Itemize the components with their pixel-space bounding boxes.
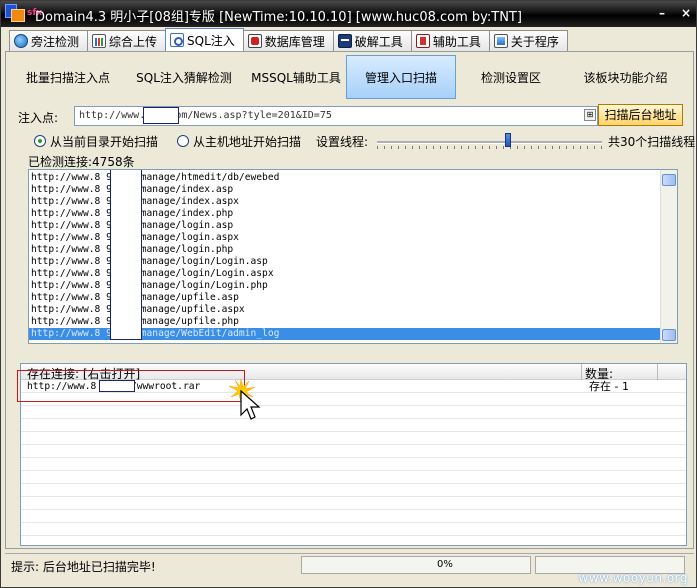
threads-slider-thumb[interactable] bbox=[504, 133, 511, 147]
watermark: www.wooyun.org bbox=[578, 571, 688, 585]
subtab-mssql-tools[interactable]: MSSQL辅助工具 bbox=[246, 55, 346, 99]
progress-percent: 0% bbox=[437, 559, 453, 570]
subtab-label: 该板块功能介绍 bbox=[583, 70, 668, 85]
url-dropdown-icon[interactable]: ⊞ bbox=[584, 109, 596, 121]
tab-database[interactable]: 数据库管理 bbox=[242, 30, 334, 51]
threads-label: 设置线程: bbox=[316, 135, 369, 149]
threads-slider[interactable] bbox=[377, 141, 602, 144]
detected-links-list[interactable]: http://www.8 9.com/manage/htmedit/db/ewe… bbox=[28, 169, 678, 344]
subtab-label: MSSQL辅助工具 bbox=[251, 70, 341, 85]
subtab-label: 批量扫描注入点 bbox=[25, 70, 110, 85]
vertical-scrollbar[interactable] bbox=[660, 170, 677, 343]
subtab-batch-scan[interactable]: 批量扫描注入点 bbox=[14, 55, 122, 99]
tool-icon bbox=[415, 34, 430, 48]
close-button[interactable]: × bbox=[678, 6, 694, 20]
subtab-admin-scan[interactable]: 管理入口扫描 bbox=[346, 55, 456, 99]
radio-current-dir[interactable] bbox=[34, 135, 46, 147]
tab-about[interactable]: 关于程序 bbox=[488, 30, 568, 51]
globe-icon bbox=[14, 34, 28, 48]
progress-bar bbox=[301, 556, 531, 574]
sql-icon bbox=[170, 33, 185, 47]
scan-admin-button[interactable]: 扫描后台地址 bbox=[598, 104, 683, 126]
about-icon bbox=[493, 34, 508, 48]
tab-crack-tools[interactable]: 破解工具 bbox=[332, 30, 412, 51]
sub-tabs: 批量扫描注入点 SQL注入猜解检测 MSSQL辅助工具 管理入口扫描 检测设置区… bbox=[14, 55, 685, 99]
tab-label: 辅助工具 bbox=[432, 34, 481, 49]
subtab-label: 检测设置区 bbox=[480, 70, 541, 85]
result-count: 存在 - 1 bbox=[589, 380, 629, 393]
tab-label: 破解工具 bbox=[354, 34, 403, 49]
tab-label: 综合上传 bbox=[109, 34, 158, 49]
minimize-button[interactable]: – bbox=[654, 6, 670, 20]
tab-label: SQL注入 bbox=[187, 33, 235, 48]
app-logo-icon bbox=[5, 4, 25, 24]
subtab-label: SQL注入猜解检测 bbox=[136, 70, 232, 85]
inject-row: 注入点: http://www.8 9.com/News.asp?tyle=20… bbox=[18, 104, 683, 128]
tab-sql-injection[interactable]: SQL注入 bbox=[165, 28, 244, 51]
tab-label: 数据库管理 bbox=[264, 34, 325, 49]
database-icon bbox=[247, 34, 262, 48]
subtab-label: 管理入口扫描 bbox=[364, 70, 437, 85]
subtab-settings[interactable]: 检测设置区 bbox=[456, 55, 566, 99]
threads-slider-ticks bbox=[377, 146, 602, 149]
subtab-help[interactable]: 该板块功能介绍 bbox=[566, 55, 685, 99]
tab-label: 关于程序 bbox=[510, 34, 559, 49]
main-tabs: 旁注检测 综合上传 SQL注入 数据库管理 破解工具 辅助工具 关于程序 bbox=[9, 28, 568, 51]
detected-count-label: 已检测连接:4758条 bbox=[28, 155, 135, 169]
highlight-box bbox=[17, 370, 245, 402]
tab-upload[interactable]: 综合上传 bbox=[87, 30, 167, 51]
scroll-up-button[interactable] bbox=[662, 174, 676, 186]
mouse-pointer-icon bbox=[229, 378, 261, 420]
tab-side-injection[interactable]: 旁注检测 bbox=[9, 30, 89, 51]
threads-count-text: 共30个扫描线程 bbox=[608, 135, 696, 149]
title-bar[interactable]: sfx Domain4.3 明小子[08组]专版 [NewTime:10.10.… bbox=[1, 1, 696, 27]
status-message: 提示: 后台地址已扫描完毕! bbox=[11, 560, 156, 574]
radio-current-dir-label: 从当前目录开始扫描 bbox=[50, 135, 159, 149]
radio-host-address[interactable] bbox=[177, 135, 189, 147]
sql-injection-panel: 批量扫描注入点 SQL注入猜解检测 MSSQL辅助工具 管理入口扫描 检测设置区… bbox=[5, 51, 696, 549]
title-badge: sfx bbox=[27, 8, 43, 18]
tab-label: 旁注检测 bbox=[31, 34, 80, 49]
scroll-down-button[interactable] bbox=[662, 329, 676, 341]
scan-options-row: 从当前目录开始扫描 从主机地址开始扫描 设置线程: 共30个扫描线程 bbox=[28, 132, 696, 152]
radio-host-label: 从主机地址开始扫描 bbox=[193, 135, 302, 149]
results-grid-lines bbox=[21, 380, 686, 545]
crack-icon bbox=[337, 34, 352, 48]
redaction-mark bbox=[110, 170, 142, 340]
app-window: sfx Domain4.3 明小子[08组]专版 [NewTime:10.10.… bbox=[0, 0, 697, 588]
tab-aux-tools[interactable]: 辅助工具 bbox=[410, 30, 490, 51]
window-title: Domain4.3 明小子[08组]专版 [NewTime:10.10.10] … bbox=[35, 10, 522, 25]
inject-point-label: 注入点: bbox=[18, 111, 59, 125]
redaction-mark bbox=[143, 107, 179, 124]
chart-icon bbox=[92, 34, 107, 48]
subtab-sql-guess[interactable]: SQL注入猜解检测 bbox=[122, 55, 246, 99]
